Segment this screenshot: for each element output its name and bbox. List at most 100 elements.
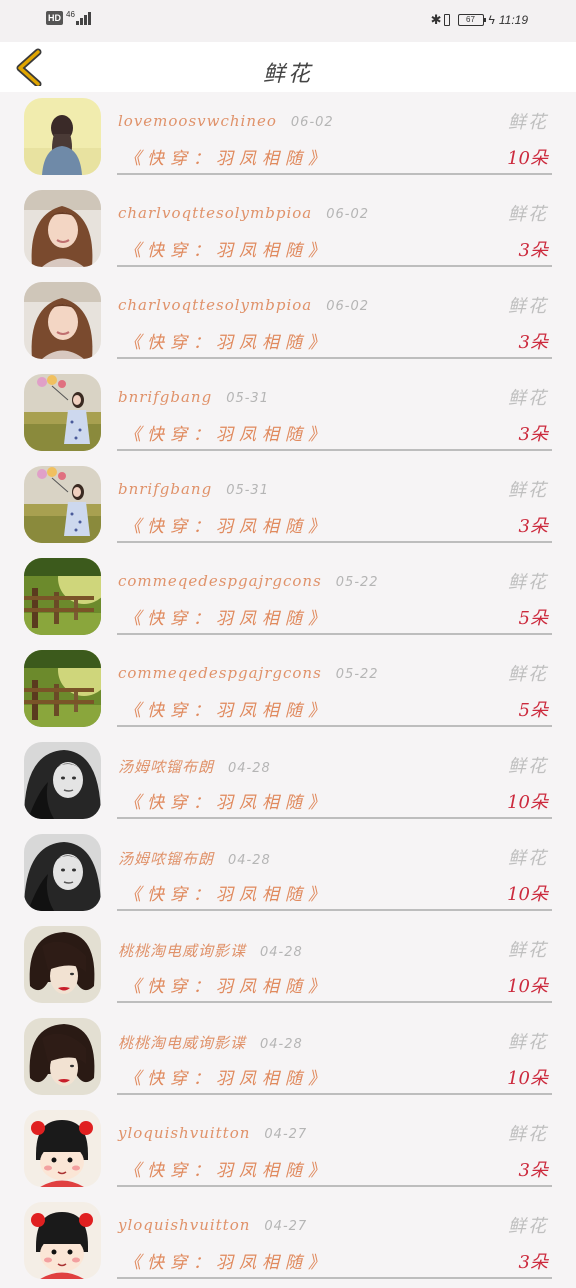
list-item[interactable]: yloquishvuitton 04-27 鲜花 《快穿：羽凤相随》 3朵 (0, 1104, 576, 1196)
book-title[interactable]: 《快穿：羽凤相随》 (124, 1064, 331, 1089)
gift-type: 鲜花 (508, 480, 548, 501)
avatar[interactable] (24, 558, 101, 635)
book-title[interactable]: 《快穿：羽凤相随》 (124, 972, 331, 997)
avatar[interactable] (24, 742, 101, 819)
user-name[interactable]: 汤姆哝镏布朗 04-28 (118, 848, 271, 869)
avatar[interactable] (24, 190, 101, 267)
user-name[interactable]: yloquishvuitton 04-27 (118, 1216, 307, 1234)
book-title[interactable]: 《快穿：羽凤相随》 (124, 604, 331, 629)
user-name[interactable]: charlvoqttesolymbpioa 06-02 (118, 296, 369, 314)
user-name[interactable]: commeqedespgajrgcons 05-22 (118, 572, 379, 590)
gift-date: 04-27 (264, 1219, 308, 1234)
gift-date: 04-28 (228, 853, 271, 868)
gift-list: lovemoosvwchineo 06-02 鲜花 《快穿：羽凤相随》 10朵 c… (0, 92, 576, 1288)
gift-count: 5朵 (518, 700, 548, 721)
signal-icon (75, 11, 92, 25)
user-name-text: yloquishvuitton (118, 1124, 251, 1142)
list-item[interactable]: 汤姆哝镏布朗 04-28 鲜花 《快穿：羽凤相随》 10朵 (0, 828, 576, 920)
avatar[interactable] (24, 926, 101, 1003)
gift-date: 05-31 (226, 483, 269, 498)
divider (117, 173, 552, 175)
book-title[interactable]: 《快穿：羽凤相随》 (124, 420, 331, 445)
user-name-text: commeqedespgajrgcons (118, 664, 322, 682)
divider (117, 357, 552, 359)
avatar[interactable] (24, 650, 101, 727)
avatar[interactable] (24, 1018, 101, 1095)
book-title[interactable]: 《快穿：羽凤相随》 (124, 788, 331, 813)
gift-count: 3朵 (518, 516, 548, 537)
list-item[interactable]: 桃桃淘电威询影谍 04-28 鲜花 《快穿：羽凤相随》 10朵 (0, 920, 576, 1012)
gift-date: 04-28 (228, 761, 271, 776)
list-item[interactable]: yloquishvuitton 04-27 鲜花 《快穿：羽凤相随》 3朵 (0, 1196, 576, 1288)
user-name-text: 桃桃淘电威询影谍 (118, 942, 247, 960)
gift-date: 05-22 (335, 667, 379, 682)
list-item[interactable]: bnrifgbang 05-31 鲜花 《快穿：羽凤相随》 3朵 (0, 460, 576, 552)
list-item[interactable]: commeqedespgajrgcons 05-22 鲜花 《快穿：羽凤相随》 5… (0, 552, 576, 644)
gift-date: 06-02 (326, 207, 369, 222)
book-title[interactable]: 《快穿：羽凤相随》 (124, 236, 331, 261)
user-name[interactable]: 桃桃淘电威询影谍 04-28 (118, 940, 303, 961)
gift-count: 10朵 (507, 884, 548, 905)
gift-type: 鲜花 (508, 204, 548, 225)
user-name-text: bnrifgbang (118, 480, 213, 498)
book-title[interactable]: 《快穿：羽凤相随》 (124, 1156, 331, 1181)
user-name-text: 汤姆哝镏布朗 (118, 758, 215, 776)
avatar[interactable] (24, 466, 101, 543)
gift-count: 10朵 (507, 976, 548, 997)
list-item[interactable]: charlvoqttesolymbpioa 06-02 鲜花 《快穿：羽凤相随》 … (0, 184, 576, 276)
gift-type: 鲜花 (508, 1216, 548, 1237)
list-item[interactable]: commeqedespgajrgcons 05-22 鲜花 《快穿：羽凤相随》 5… (0, 644, 576, 736)
user-name-text: 汤姆哝镏布朗 (118, 850, 215, 868)
user-name-text: charlvoqttesolymbpioa (118, 204, 313, 222)
gift-type: 鲜花 (508, 756, 548, 777)
divider (117, 909, 552, 911)
battery-icon: 67 (457, 14, 486, 26)
list-item[interactable]: 汤姆哝镏布朗 04-28 鲜花 《快穿：羽凤相随》 10朵 (0, 736, 576, 828)
bluetooth-icon: ✱ (430, 12, 442, 27)
avatar[interactable] (24, 98, 101, 175)
user-name-text: yloquishvuitton (118, 1216, 251, 1234)
gift-count: 10朵 (507, 1068, 548, 1089)
divider (117, 1001, 552, 1003)
status-right: ✱ 67 ϟ 11:19 (431, 12, 528, 28)
avatar[interactable] (24, 1202, 101, 1279)
user-name-text: commeqedespgajrgcons (118, 572, 322, 590)
list-item[interactable]: 桃桃淘电威询影谍 04-28 鲜花 《快穿：羽凤相随》 10朵 (0, 1012, 576, 1104)
user-name[interactable]: lovemoosvwchineo 06-02 (118, 112, 334, 130)
divider (117, 1093, 552, 1095)
list-item[interactable]: lovemoosvwchineo 06-02 鲜花 《快穿：羽凤相随》 10朵 (0, 92, 576, 184)
gift-count: 3朵 (518, 1252, 548, 1273)
status-bar: HD 46 ✱ 67 ϟ 11:19 (0, 0, 576, 42)
divider (117, 1185, 552, 1187)
gift-date: 04-27 (264, 1127, 308, 1142)
charging-icon: ϟ (488, 13, 495, 27)
divider (117, 449, 552, 451)
gift-count: 10朵 (507, 148, 548, 169)
gift-date: 04-28 (260, 945, 303, 960)
book-title[interactable]: 《快穿：羽凤相随》 (124, 696, 331, 721)
avatar[interactable] (24, 1110, 101, 1187)
book-title[interactable]: 《快穿：羽凤相随》 (124, 328, 331, 353)
avatar[interactable] (24, 834, 101, 911)
user-name[interactable]: 汤姆哝镏布朗 04-28 (118, 756, 271, 777)
gift-count: 3朵 (518, 424, 548, 445)
user-name[interactable]: bnrifgbang 05-31 (118, 480, 269, 498)
gift-date: 06-02 (290, 115, 334, 130)
gift-count: 10朵 (507, 792, 548, 813)
gift-type: 鲜花 (508, 848, 548, 869)
book-title[interactable]: 《快穿：羽凤相随》 (124, 880, 331, 905)
divider (117, 725, 552, 727)
list-item[interactable]: charlvoqttesolymbpioa 06-02 鲜花 《快穿：羽凤相随》 … (0, 276, 576, 368)
user-name[interactable]: charlvoqttesolymbpioa 06-02 (118, 204, 369, 222)
gift-type: 鲜花 (508, 112, 548, 133)
user-name[interactable]: commeqedespgajrgcons 05-22 (118, 664, 379, 682)
user-name[interactable]: yloquishvuitton 04-27 (118, 1124, 307, 1142)
book-title[interactable]: 《快穿：羽凤相随》 (124, 1248, 331, 1273)
book-title[interactable]: 《快穿：羽凤相随》 (124, 144, 331, 169)
user-name[interactable]: 桃桃淘电威询影谍 04-28 (118, 1032, 303, 1053)
avatar[interactable] (24, 374, 101, 451)
list-item[interactable]: bnrifgbang 05-31 鲜花 《快穿：羽凤相随》 3朵 (0, 368, 576, 460)
user-name[interactable]: bnrifgbang 05-31 (118, 388, 269, 406)
book-title[interactable]: 《快穿：羽凤相随》 (124, 512, 331, 537)
avatar[interactable] (24, 282, 101, 359)
